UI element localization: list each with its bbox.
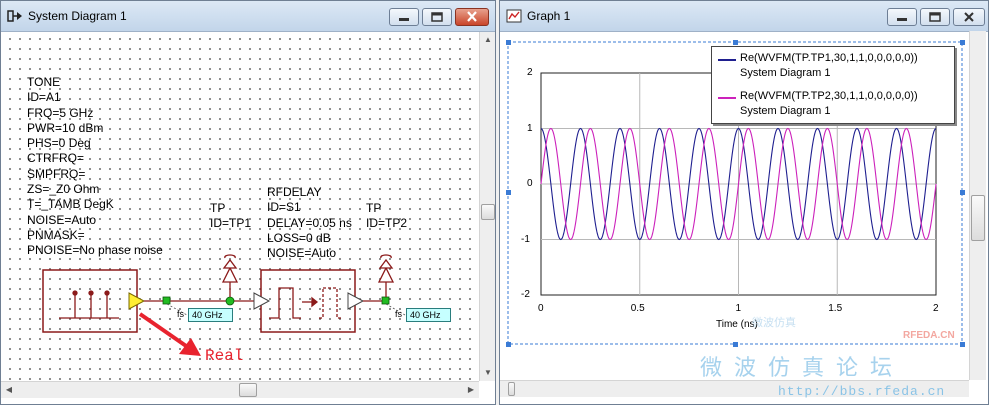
fs1-value[interactable]: 40 GHz <box>188 308 233 322</box>
minimize-icon <box>399 18 409 21</box>
tp1-junction <box>225 296 235 306</box>
watermark-url: http://bbs.rfeda.cn <box>778 384 946 399</box>
tone-param-line: FRQ=5 GHz <box>27 105 94 120</box>
system-diagram-window[interactable]: System Diagram 1 TONE ID=A1 FRQ=5 GHz PW… <box>0 0 496 405</box>
selection-handle[interactable] <box>506 342 511 347</box>
graph-vertical-scrollbar[interactable] <box>969 31 986 380</box>
tone-param-line: T=_TAMB DegK <box>27 197 114 212</box>
restore-button[interactable] <box>422 8 452 26</box>
fs-node-2 <box>381 296 390 305</box>
restore-icon <box>929 12 941 22</box>
system-diagram-title: System Diagram 1 <box>28 9 127 23</box>
graph-minimize-button[interactable] <box>887 8 917 26</box>
y-tick-label: 1 <box>527 122 533 134</box>
tp2-name: TP <box>366 201 382 215</box>
tone-param-line: PNOISE=No phase noise <box>27 243 163 258</box>
selection-handle[interactable] <box>506 40 511 45</box>
restore-icon <box>431 12 443 22</box>
tone-spectrum-icon <box>59 290 119 319</box>
legend-name-tp1: Re(WVFM(TP.TP1,30,1,1,0,0,0,0,0)) <box>740 52 918 64</box>
tone-param-line: PNMASK= <box>27 227 85 242</box>
system-diagram-titlebar[interactable]: System Diagram 1 <box>1 1 495 32</box>
legend-source-tp2: System Diagram 1 <box>740 105 831 117</box>
tone-param-line: NOISE=Auto <box>27 212 97 227</box>
scroll-up-icon[interactable]: ▲ <box>480 32 495 48</box>
tone-block[interactable] <box>42 269 138 333</box>
diagram-hscroll-thumb[interactable] <box>239 383 257 397</box>
tone-param-line: TONE <box>27 75 61 89</box>
legend-source-tp1: System Diagram 1 <box>740 67 831 79</box>
graph-legend[interactable]: Re(WVFM(TP.TP1,30,1,1,0,0,0,0,0)) System… <box>711 46 955 124</box>
y-tick-label: -2 <box>521 289 530 300</box>
watermark-brand: RFEDA.CN <box>903 330 955 341</box>
rfdelay-param-line: ID=S1 <box>267 200 301 215</box>
tone-param-line: SMPFRQ= <box>27 166 86 181</box>
graph-title: Graph 1 <box>527 9 571 23</box>
rfdelay-param-line: LOSS=0 dB <box>267 230 331 245</box>
selection-handle[interactable] <box>733 342 738 347</box>
close-button[interactable] <box>455 8 489 26</box>
scroll-right-icon[interactable]: ▶ <box>463 382 479 398</box>
tp1-id: ID=TP1 <box>210 216 252 230</box>
tp1-probe-icon <box>221 254 239 297</box>
legend-swatch-tp2 <box>718 97 736 99</box>
x-tick-label: 0.5 <box>630 303 645 314</box>
legend-swatch-tp1 <box>718 59 736 61</box>
diagram-horizontal-scrollbar[interactable]: ◀ ▶ <box>1 381 479 398</box>
tone-param-line: PHS=0 Deg <box>27 136 91 151</box>
minimize-icon <box>897 18 907 21</box>
y-tick-label: 2 <box>527 67 533 78</box>
tone-param-line: CTRFRQ= <box>27 151 84 166</box>
graph-close-button[interactable] <box>953 8 985 26</box>
real-annotation: Real <box>205 347 244 365</box>
selection-handle[interactable] <box>960 190 965 195</box>
selection-handle[interactable] <box>960 342 965 347</box>
diagram-vscroll-thumb[interactable] <box>481 204 495 220</box>
x-tick-label: 0 <box>538 303 544 314</box>
x-tick-label: 1 <box>735 303 742 314</box>
rfdelay-param-line: NOISE=Auto <box>267 246 337 261</box>
close-icon <box>467 11 477 22</box>
legend-entry-tp1[interactable]: Re(WVFM(TP.TP1,30,1,1,0,0,0,0,0)) System… <box>712 51 954 81</box>
selection-handle[interactable] <box>960 40 965 45</box>
fs2-value[interactable]: 40 GHz <box>406 308 451 322</box>
graph-restore-button[interactable] <box>920 8 950 26</box>
y-tick-label: 0 <box>527 178 533 189</box>
tone-param-line: ZS=_Z0 Ohm <box>27 182 100 197</box>
delay-pulse-icon <box>269 287 343 319</box>
graph-hscroll-thumb[interactable] <box>508 382 515 396</box>
selection-handle[interactable] <box>506 190 511 195</box>
rfdelay-block[interactable] <box>260 269 356 333</box>
tp2-id: ID=TP2 <box>366 216 408 230</box>
scroll-left-icon[interactable]: ◀ <box>1 382 17 398</box>
tone-parameters[interactable]: TONE ID=A1 FRQ=5 GHz PWR=10 dBm PHS=0 Deg CTR… <box>27 75 163 259</box>
x-tick-label: 2 <box>933 303 939 314</box>
rfdelay-param-line: DELAY=0.05 ns <box>267 215 352 230</box>
y-tick-label: -1 <box>521 233 530 245</box>
tp1-name: TP <box>210 201 226 215</box>
schematic-icon <box>7 10 22 22</box>
fs2-tag: fs <box>395 309 403 319</box>
watermark-small: 微波仿真 <box>752 317 796 329</box>
rfdelay-param-line: RFDELAY <box>267 185 322 199</box>
fs1-tag: fs <box>177 309 185 319</box>
watermark-chinese: 微波仿真论坛 <box>700 356 905 381</box>
minimize-button[interactable] <box>389 8 419 26</box>
tone-param-line: ID=A1 <box>27 90 61 105</box>
tone-param-line: PWR=10 dBm <box>27 120 104 135</box>
graph-vscroll-thumb[interactable] <box>971 195 985 241</box>
close-icon <box>964 12 974 22</box>
x-tick-label: 1.5 <box>828 303 843 314</box>
selection-handle[interactable] <box>733 40 738 45</box>
scroll-down-icon[interactable]: ▼ <box>480 365 495 381</box>
legend-entry-tp2[interactable]: Re(WVFM(TP.TP2,30,1,1,0,0,0,0,0)) System… <box>712 89 954 119</box>
diagram-vertical-scrollbar[interactable]: ▲ ▼ <box>479 32 495 381</box>
graph-titlebar[interactable]: Graph 1 <box>500 1 988 32</box>
tp2-probe-icon <box>377 254 395 297</box>
fs-node-1 <box>162 296 171 305</box>
graph-icon <box>506 9 522 23</box>
legend-name-tp2: Re(WVFM(TP.TP2,30,1,1,0,0,0,0,0)) <box>740 90 918 102</box>
schematic-canvas[interactable]: TONE ID=A1 FRQ=5 GHz PWR=10 dBm PHS=0 Deg CTR… <box>1 32 479 381</box>
rfdelay-parameters[interactable]: RFDELAY ID=S1 DELAY=0.05 ns LOSS=0 dB NOISE=… <box>267 185 352 261</box>
